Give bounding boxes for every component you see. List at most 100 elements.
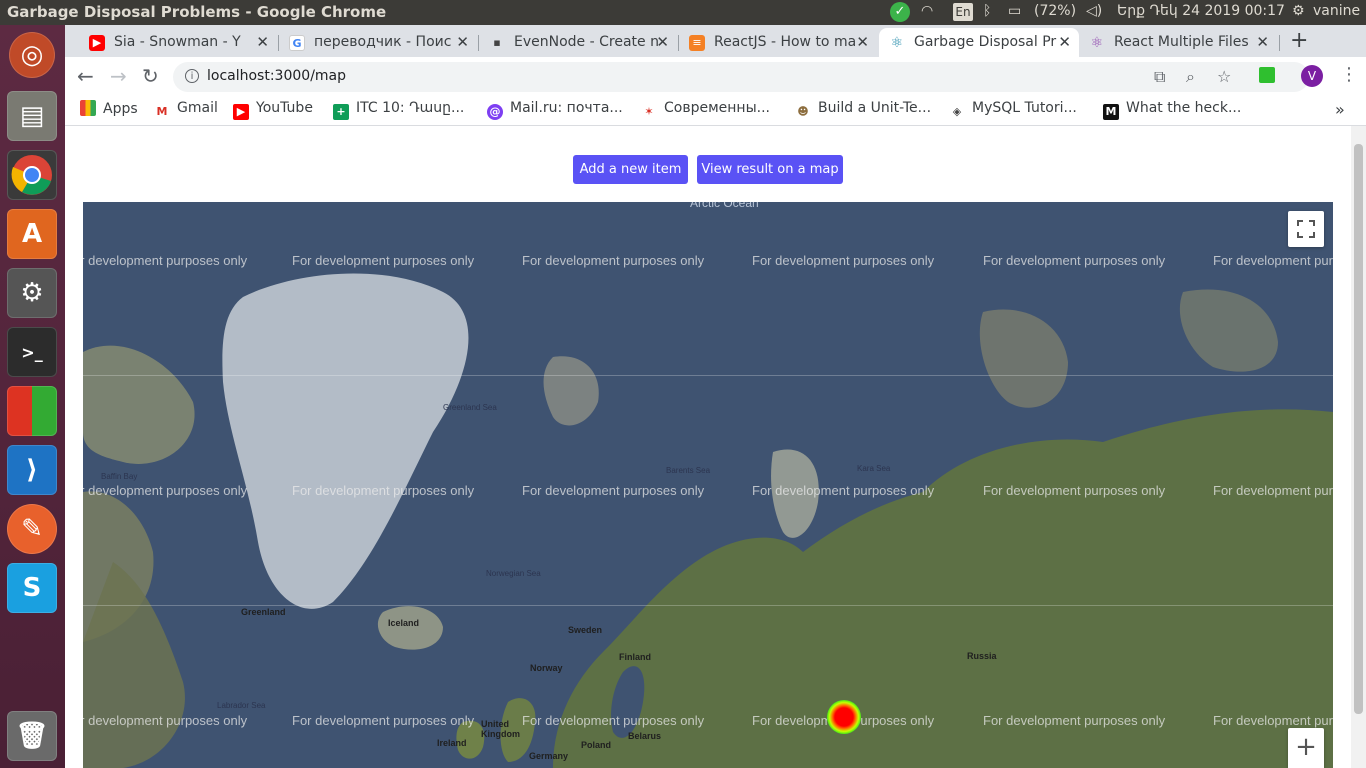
volume-icon[interactable]: ◁) <box>1086 3 1102 19</box>
bookmark-label: MySQL Tutori... <box>972 100 1077 116</box>
scrollbar-thumb[interactable] <box>1354 144 1363 714</box>
translate-icon[interactable]: ⧉ <box>1154 67 1165 87</box>
dev-watermark: For development purposes only <box>292 483 475 498</box>
ubuntu-dash-icon[interactable]: ◎ <box>9 32 55 78</box>
keyboard-layout[interactable]: En <box>953 3 973 21</box>
menu-kebab-icon[interactable]: ⋮ <box>1340 64 1358 85</box>
bookmark-unit-test[interactable]: ☻ Build a Unit-Te... <box>795 100 931 120</box>
bookmark-gmail[interactable]: M Gmail <box>154 100 218 120</box>
place-label: Poland <box>581 740 612 750</box>
place-label: Finland <box>619 652 651 662</box>
postman-icon[interactable]: ✎ <box>7 504 57 554</box>
forward-arrow-icon[interactable]: → <box>110 64 127 88</box>
tab-label: Sia - Snowman - Y <box>114 34 241 50</box>
close-icon[interactable]: ✕ <box>456 33 469 51</box>
dev-watermark: For development purposes only <box>83 253 248 268</box>
chrome-icon[interactable] <box>7 150 57 200</box>
clock[interactable]: Երք Դեկ 24 2019 00:17 <box>1117 3 1285 19</box>
tab-evennode[interactable]: ▪ EvenNode - Create n ✕ <box>479 28 677 57</box>
dev-watermark: For development purposes only <box>983 713 1166 728</box>
close-icon[interactable]: ✕ <box>256 33 269 51</box>
reload-icon[interactable]: ↻ <box>142 64 159 88</box>
dev-watermark: For development purposes only <box>292 713 475 728</box>
dev-watermark: For development purposes only <box>292 253 475 268</box>
battery-icon[interactable]: ▭ <box>1008 3 1021 19</box>
skype-icon[interactable]: S <box>7 563 57 613</box>
bookmark-label: Mail.ru: почта... <box>510 100 623 116</box>
tab-sia-snowman[interactable]: ▶ Sia - Snowman - Y ✕ <box>79 28 277 57</box>
view-map-button[interactable]: View result on a map <box>697 155 843 184</box>
zoom-icon[interactable]: ⌕ <box>1186 67 1195 87</box>
page-scrollbar[interactable] <box>1351 126 1366 768</box>
close-icon[interactable]: ✕ <box>856 33 869 51</box>
dev-watermark: For development purposes only <box>522 713 705 728</box>
bookmark-itc[interactable]: + ITC 10: Դասը... <box>333 100 464 120</box>
bookmark-label: Gmail <box>177 100 218 116</box>
bookmark-apps[interactable]: Apps <box>80 100 138 117</box>
terminal-icon[interactable]: >_ <box>7 327 57 377</box>
graticule-line <box>83 375 1333 376</box>
mysql-icon: ◈ <box>952 105 962 118</box>
system-settings-icon[interactable]: ⚙ <box>7 268 57 318</box>
bookmark-star-icon[interactable]: ☆ <box>1217 67 1231 86</box>
address-bar[interactable]: i localhost:3000/map ⧉ ⌕ ☆ <box>173 62 1309 92</box>
tab-label: Garbage Disposal Pr <box>914 34 1057 50</box>
window-title: Garbage Disposal Problems - Google Chrom… <box>7 3 387 21</box>
browser-toolbar: ← → ↻ i localhost:3000/map ⧉ ⌕ ☆ V ⋮ <box>65 57 1366 95</box>
bookmark-sovremenny[interactable]: ✶ Современны... <box>641 100 770 120</box>
tab-label: ReactJS - How to ma <box>714 34 857 50</box>
new-tab-plus-icon[interactable]: + <box>1290 28 1308 53</box>
bookmark-mysql[interactable]: ◈ MySQL Tutori... <box>949 100 1077 120</box>
dev-watermark: For development purposes only <box>983 253 1166 268</box>
mailru-icon: @ <box>487 104 503 120</box>
dev-watermark: For development purposes only <box>1213 483 1333 498</box>
sync-ok-icon[interactable]: ✓ <box>890 2 910 22</box>
place-label: Iceland <box>388 618 420 628</box>
battery-level: (72%) <box>1034 3 1077 19</box>
tab-label: EvenNode - Create n <box>514 34 659 50</box>
close-icon[interactable]: ✕ <box>1058 33 1071 51</box>
back-arrow-icon[interactable]: ← <box>77 64 94 88</box>
site-info-icon[interactable]: i <box>185 69 199 83</box>
json-extension-icon[interactable] <box>1259 67 1275 83</box>
more-bookmarks-chevron-icon[interactable]: » <box>1335 100 1345 119</box>
trash-icon[interactable]: 🗑 <box>7 711 57 761</box>
tab-label: переводчик - Поис <box>314 34 452 50</box>
sea-label: Kara Sea <box>857 464 891 473</box>
bookmark-medium[interactable]: M What the heck... <box>1103 100 1241 120</box>
fullscreen-toggle-button[interactable] <box>1288 211 1324 247</box>
user-name[interactable]: vanine <box>1313 3 1360 19</box>
gmail-icon: M <box>156 105 168 118</box>
place-label: Germany <box>529 751 569 761</box>
add-item-button[interactable]: Add a new item <box>573 155 688 184</box>
wifi-icon[interactable]: ◠ <box>921 3 933 19</box>
bookmarks-bar: Apps M Gmail ▶ YouTube + ITC 10: Դասը... @ M… <box>65 95 1366 126</box>
place-label: Ireland <box>437 738 467 748</box>
tab-google-search[interactable]: G переводчик - Поис ✕ <box>279 28 477 57</box>
zoom-in-button[interactable]: + <box>1288 728 1324 768</box>
close-icon[interactable]: ✕ <box>1256 33 1269 51</box>
bluetooth-icon[interactable]: ᛒ <box>983 3 991 19</box>
system-top-bar: Garbage Disposal Problems - Google Chrom… <box>0 0 1366 25</box>
settings-gear-icon[interactable]: ⚙ <box>1292 3 1305 19</box>
tab-react-multiple-files[interactable]: ⚛ React Multiple Files ✕ <box>1079 28 1277 57</box>
google-icon: G <box>289 35 305 51</box>
heatmap-point[interactable] <box>827 700 861 734</box>
tab-garbage-disposal[interactable]: ⚛ Garbage Disposal Pr ✕ <box>879 28 1079 57</box>
dev-watermark: For development purposes only <box>83 483 248 498</box>
dev-watermark: For development purposes only <box>522 483 705 498</box>
bookmark-mailru[interactable]: @ Mail.ru: почта... <box>487 100 623 120</box>
tab-reactjs-how-to[interactable]: ≡ ReactJS - How to ma ✕ <box>679 28 877 57</box>
heatmap-map[interactable]: Arctic Ocean Greenland Sea Barents Sea K… <box>83 202 1333 768</box>
sea-label: Labrador Sea <box>217 701 266 710</box>
workspace-switcher-icon[interactable] <box>7 386 57 436</box>
software-center-icon[interactable]: A <box>7 209 57 259</box>
vscode-icon[interactable]: ⟩ <box>7 445 57 495</box>
react-icon: ⚛ <box>1090 35 1104 51</box>
profile-avatar[interactable]: V <box>1301 65 1323 87</box>
youtube-icon: ▶ <box>233 104 249 120</box>
file-manager-icon[interactable]: ▤ <box>7 91 57 141</box>
url-text[interactable]: localhost:3000/map <box>207 68 346 84</box>
close-icon[interactable]: ✕ <box>656 33 669 51</box>
bookmark-youtube[interactable]: ▶ YouTube <box>233 100 313 120</box>
